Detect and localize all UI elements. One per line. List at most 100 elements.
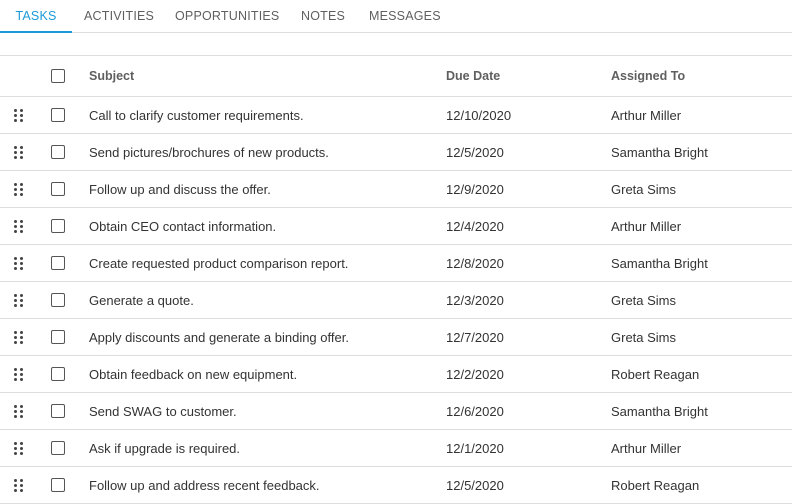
drag-handle-icon[interactable]	[14, 108, 23, 122]
row-select-cell	[51, 282, 67, 318]
drag-handle-cell	[14, 319, 26, 355]
drag-handle-cell	[14, 282, 26, 318]
table-row[interactable]: Follow up and discuss the offer. 12/9/202…	[0, 171, 792, 208]
column-header-assigned-to[interactable]: Assigned To	[611, 56, 685, 96]
row-select-cell	[51, 356, 67, 392]
subject-cell: Apply discounts and generate a binding o…	[89, 329, 349, 345]
table-row[interactable]: Follow up and address recent feedback. 12…	[0, 467, 792, 504]
drag-handle-cell	[14, 97, 26, 133]
row-select-cell	[51, 467, 67, 503]
subject-cell: Obtain feedback on new equipment.	[89, 366, 298, 382]
subject-cell: Follow up and discuss the offer.	[89, 181, 271, 197]
row-checkbox[interactable]	[51, 367, 65, 381]
tab-activities[interactable]: ACTIVITIES	[84, 0, 154, 33]
subject-cell: Obtain CEO contact information.	[89, 218, 277, 234]
due-date-cell: 12/4/2020	[446, 218, 504, 234]
drag-handle-cell	[14, 171, 26, 207]
tab-bar: TASKS ACTIVITIES OPPORTUNITIES NOTES MES…	[0, 0, 792, 33]
row-checkbox[interactable]	[51, 478, 65, 492]
drag-handle-icon[interactable]	[14, 367, 23, 381]
drag-handle-icon[interactable]	[14, 330, 23, 344]
tab-notes[interactable]: NOTES	[301, 0, 345, 33]
due-date-cell: 12/1/2020	[446, 440, 504, 456]
row-select-cell	[51, 319, 67, 355]
subject-cell: Follow up and address recent feedback.	[89, 477, 320, 493]
tab-tasks[interactable]: TASKS	[0, 0, 72, 33]
row-checkbox[interactable]	[51, 293, 65, 307]
row-checkbox[interactable]	[51, 108, 65, 122]
due-date-cell: 12/9/2020	[446, 181, 504, 197]
subject-cell: Create requested product comparison repo…	[89, 255, 349, 271]
table-row[interactable]: Ask if upgrade is required. 12/1/2020 Arth…	[0, 430, 792, 467]
tab-messages[interactable]: MESSAGES	[369, 0, 441, 33]
subject-cell: Ask if upgrade is required.	[89, 440, 241, 456]
assigned-to-cell: Greta Sims	[611, 181, 677, 197]
table-row[interactable]: Obtain CEO contact information. 12/4/2020…	[0, 208, 792, 245]
row-checkbox[interactable]	[51, 256, 65, 270]
assigned-to-cell: Greta Sims	[611, 329, 677, 345]
header-row: Subject Due Date Assigned To	[0, 56, 792, 97]
table-row[interactable]: Send SWAG to customer. 12/6/2020 Samantha …	[0, 393, 792, 430]
row-select-cell	[51, 393, 67, 429]
tasks-grid: Subject Due Date Assigned To Call to cla…	[0, 55, 792, 504]
select-all-checkbox[interactable]	[51, 69, 65, 83]
row-checkbox[interactable]	[51, 145, 65, 159]
row-select-cell	[51, 245, 67, 281]
column-header-subject[interactable]: Subject	[89, 56, 134, 96]
table-row[interactable]: Apply discounts and generate a binding o…	[0, 319, 792, 356]
due-date-cell: 12/2/2020	[446, 366, 504, 382]
drag-handle-icon[interactable]	[14, 182, 23, 196]
drag-handle-icon[interactable]	[14, 478, 23, 492]
drag-handle-icon[interactable]	[14, 219, 23, 233]
table-row[interactable]: Create requested product comparison repo…	[0, 245, 792, 282]
assigned-to-cell: Robert Reagan	[611, 366, 700, 382]
assigned-to-cell: Samantha Bright	[611, 403, 708, 419]
table-row[interactable]: Generate a quote. 12/3/2020 Greta Sims	[0, 282, 792, 319]
due-date-cell: 12/8/2020	[446, 255, 504, 271]
due-date-cell: 12/3/2020	[446, 292, 504, 308]
column-header-due-date[interactable]: Due Date	[446, 56, 500, 96]
row-select-cell	[51, 134, 67, 170]
assigned-to-cell: Arthur Miller	[611, 218, 682, 234]
table-row[interactable]: Send pictures/brochures of new products.…	[0, 134, 792, 171]
due-date-cell: 12/10/2020	[446, 107, 512, 123]
row-select-cell	[51, 208, 67, 244]
subject-cell: Call to clarify customer requirements.	[89, 107, 304, 123]
table-row[interactable]: Call to clarify customer requirements. 12…	[0, 97, 792, 134]
drag-handle-cell	[14, 208, 26, 244]
drag-handle-icon[interactable]	[14, 404, 23, 418]
drag-handle-icon[interactable]	[14, 441, 23, 455]
row-select-cell	[51, 171, 67, 207]
assigned-to-cell: Arthur Miller	[611, 107, 682, 123]
row-select-cell	[51, 430, 67, 466]
drag-handle-cell	[14, 356, 26, 392]
drag-handle-cell	[14, 467, 26, 503]
subject-cell: Send SWAG to customer.	[89, 403, 237, 419]
assigned-to-cell: Samantha Bright	[611, 255, 708, 271]
row-checkbox[interactable]	[51, 441, 65, 455]
row-checkbox[interactable]	[51, 182, 65, 196]
due-date-cell: 12/6/2020	[446, 403, 504, 419]
drag-handle-cell	[14, 393, 26, 429]
subject-cell: Send pictures/brochures of new products.	[89, 144, 329, 160]
drag-handle-cell	[14, 134, 26, 170]
drag-handle-icon[interactable]	[14, 293, 23, 307]
drag-handle-cell	[14, 245, 26, 281]
subject-cell: Generate a quote.	[89, 292, 194, 308]
row-checkbox[interactable]	[51, 219, 65, 233]
select-all-cell	[51, 56, 67, 96]
tab-opportunities[interactable]: OPPORTUNITIES	[175, 0, 279, 33]
drag-handle-icon[interactable]	[14, 256, 23, 270]
assigned-to-cell: Arthur Miller	[611, 440, 682, 456]
assigned-to-cell: Robert Reagan	[611, 477, 700, 493]
due-date-cell: 12/7/2020	[446, 329, 504, 345]
row-select-cell	[51, 97, 67, 133]
grid-body: Call to clarify customer requirements. 12…	[0, 97, 792, 504]
drag-handle-icon[interactable]	[14, 145, 23, 159]
due-date-cell: 12/5/2020	[446, 477, 504, 493]
row-checkbox[interactable]	[51, 330, 65, 344]
row-checkbox[interactable]	[51, 404, 65, 418]
assigned-to-cell: Samantha Bright	[611, 144, 708, 160]
table-row[interactable]: Obtain feedback on new equipment. 12/2/20…	[0, 356, 792, 393]
due-date-cell: 12/5/2020	[446, 144, 504, 160]
